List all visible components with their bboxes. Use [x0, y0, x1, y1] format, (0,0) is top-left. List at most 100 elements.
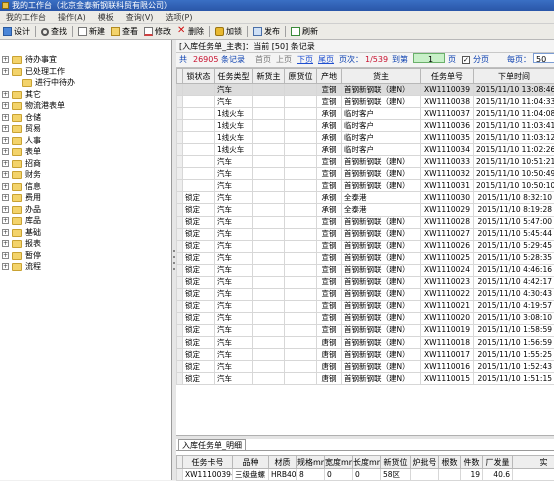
- tree-expander-icon[interactable]: +: [2, 160, 9, 167]
- table-row[interactable]: 锁定汽车唐钢首钢新钢联（建N）XW11100182015/11/10 1:56:…: [177, 336, 554, 348]
- tree-expander-icon[interactable]: +: [2, 217, 9, 224]
- sidebar-item[interactable]: +人事: [0, 135, 171, 147]
- detail-column-pieces[interactable]: 根数: [439, 456, 461, 469]
- window-titlebar[interactable]: 我的工作台（北京金泰新钢联科贸有限公司）: [0, 0, 554, 11]
- detail-column-packages[interactable]: 件数: [461, 456, 483, 469]
- table-row[interactable]: 锁定汽车唐钢首钢新钢联（建N）XW11100152015/11/10 1:51:…: [177, 373, 554, 385]
- table-row[interactable]: 汽车宣钢首钢新钢联（建N）XW11100312015/11/10 10:50:1…: [177, 180, 554, 192]
- table-row[interactable]: 锁定汽车宣钢首钢新钢联（建N）XW11100222015/11/10 4:30:…: [177, 288, 554, 300]
- menu-query[interactable]: 查询(V): [120, 12, 160, 23]
- table-row[interactable]: 锁定汽车宣钢首钢新钢联（建N）XW11100202015/11/10 3:08:…: [177, 312, 554, 324]
- table-row[interactable]: 1线火车承钢临时客户XW11100362015/11/10 11:03:41: [177, 120, 554, 132]
- edit-button[interactable]: 修改: [141, 25, 174, 38]
- tree-expander-icon[interactable]: +: [2, 114, 9, 121]
- sidebar-item[interactable]: +招商: [0, 158, 171, 170]
- sidebar-item[interactable]: +表单: [0, 146, 171, 158]
- column-header-order-time[interactable]: 下单时间: [474, 69, 554, 84]
- table-row[interactable]: 锁定汽车宣钢首钢新钢联（建N）XW11100282015/11/10 5:47:…: [177, 216, 554, 228]
- sidebar-item[interactable]: +贸易: [0, 123, 171, 135]
- sidebar-item[interactable]: +物流港表单: [0, 100, 171, 112]
- tree-expander-icon[interactable]: +: [2, 240, 9, 247]
- table-row[interactable]: 1线火车承钢临时客户XW11100372015/11/10 11:04:08: [177, 108, 554, 120]
- tree-expander-icon[interactable]: +: [2, 183, 9, 190]
- column-header-task-type[interactable]: 任务类型: [215, 69, 253, 84]
- sidebar-item[interactable]: +流程: [0, 261, 171, 273]
- table-row[interactable]: 锁定汽车宣钢首钢新钢联（建N）XW11100272015/11/10 5:45:…: [177, 228, 554, 240]
- pager-first-link[interactable]: 首页: [255, 53, 271, 67]
- column-header-original-location[interactable]: 原货位: [285, 69, 317, 84]
- menu-operation[interactable]: 操作(A): [52, 12, 92, 23]
- table-row[interactable]: 锁定汽车宣钢首钢新钢联（建N）XW11100192015/11/10 1:58:…: [177, 324, 554, 336]
- new-button[interactable]: 新建: [75, 25, 108, 38]
- table-row[interactable]: 锁定汽车宣钢首钢新钢联（建N）XW11100232015/11/10 4:42:…: [177, 276, 554, 288]
- pager-last-link[interactable]: 尾页: [318, 53, 334, 67]
- tree-expander-icon[interactable]: +: [2, 125, 9, 132]
- sidebar-item[interactable]: +财务: [0, 169, 171, 181]
- detail-row[interactable]: XW1110039-1三级盘螺HRB40080058区1940.6: [177, 469, 554, 481]
- column-header-lock-status[interactable]: 锁状态: [183, 69, 215, 84]
- table-row[interactable]: 汽车宣钢首钢新钢联（建N）XW11100382015/11/10 11:04:3…: [177, 96, 554, 108]
- table-row[interactable]: 锁定汽车唐钢首钢新钢联（建N）XW11100162015/11/10 1:52:…: [177, 361, 554, 373]
- detail-column-length[interactable]: 长度mm: [353, 456, 381, 469]
- sidebar-item[interactable]: +基础: [0, 227, 171, 239]
- sidebar-item[interactable]: +已处理工作: [0, 66, 171, 78]
- lock-button[interactable]: 加锁: [212, 25, 245, 38]
- table-row[interactable]: 锁定汽车承钢全泰港XW11100292015/11/10 8:19:28: [177, 204, 554, 216]
- table-row[interactable]: 锁定汽车宣钢首钢新钢联（建N）XW11100252015/11/10 5:28:…: [177, 252, 554, 264]
- delete-button[interactable]: ✕ 删除: [174, 25, 207, 38]
- tree-expander-icon[interactable]: +: [2, 68, 9, 75]
- detail-column-variety[interactable]: 品种: [233, 456, 269, 469]
- detail-column-batch-number[interactable]: 炉批号: [411, 456, 439, 469]
- sidebar-item[interactable]: +办品: [0, 204, 171, 216]
- detail-column-factory-weight[interactable]: 厂发量: [483, 456, 513, 469]
- sidebar-item[interactable]: +其它: [0, 89, 171, 101]
- detail-column-width[interactable]: 宽度mm: [325, 456, 353, 469]
- tree-expander-icon[interactable]: +: [2, 229, 9, 236]
- detail-column-spec[interactable]: 规格mm: [297, 456, 325, 469]
- tree-expander-icon[interactable]: +: [2, 194, 9, 201]
- search-button[interactable]: 查找: [38, 25, 70, 38]
- detail-column-task-card[interactable]: 任务卡号: [183, 456, 233, 469]
- sidebar-item[interactable]: +仓储: [0, 112, 171, 124]
- detail-column-material[interactable]: 材质: [269, 456, 297, 469]
- column-header-task-number[interactable]: 任务单号: [421, 69, 474, 84]
- table-row[interactable]: 1线火车承钢临时客户XW11100352015/11/10 11:03:12: [177, 132, 554, 144]
- table-row[interactable]: 1线火车承钢临时客户XW11100342015/11/10 11:02:26: [177, 144, 554, 156]
- refresh-button[interactable]: 刷新: [288, 25, 321, 38]
- tree-expander-icon[interactable]: +: [2, 102, 9, 109]
- table-row[interactable]: 汽车宣钢首钢新钢联（建N）XW11100392015/11/10 13:08:4…: [177, 84, 554, 96]
- menu-workbench[interactable]: 我的工作台: [0, 12, 52, 23]
- tree-expander-icon[interactable]: +: [2, 148, 9, 155]
- menu-template[interactable]: 模板: [92, 12, 120, 23]
- sidebar-item[interactable]: +待办事宜: [0, 54, 171, 66]
- pager-prev-link[interactable]: 上页: [276, 53, 292, 67]
- column-header-new-owner[interactable]: 新货主: [253, 69, 285, 84]
- column-header-origin[interactable]: 产地: [317, 69, 342, 84]
- design-button[interactable]: 设计: [0, 25, 33, 38]
- table-row[interactable]: 锁定汽车宣钢首钢新钢联（建N）XW11100212015/11/10 4:19:…: [177, 300, 554, 312]
- detail-column-actual[interactable]: 实: [513, 456, 554, 469]
- tree-expander-icon[interactable]: +: [2, 56, 9, 63]
- detail-column-new-location[interactable]: 新货位: [381, 456, 411, 469]
- table-row[interactable]: 锁定汽车唐钢首钢新钢联（建N）XW11100172015/11/10 1:55:…: [177, 349, 554, 361]
- view-button[interactable]: 查看: [108, 25, 141, 38]
- tree-expander-icon[interactable]: +: [2, 252, 9, 259]
- tree-expander-icon[interactable]: +: [2, 263, 9, 270]
- sidebar-item[interactable]: +费用: [0, 192, 171, 204]
- sidebar-item[interactable]: +库品: [0, 215, 171, 227]
- sidebar-item[interactable]: +暂停: [0, 250, 171, 262]
- table-row[interactable]: 汽车宣钢首钢新钢联（建N）XW11100332015/11/10 10:51:2…: [177, 156, 554, 168]
- pager-next-link[interactable]: 下页: [297, 53, 313, 67]
- sidebar-item[interactable]: 进行中待办: [0, 77, 171, 89]
- table-row[interactable]: 锁定汽车承钢全泰港XW11100302015/11/10 8:32:10: [177, 192, 554, 204]
- menu-options[interactable]: 选项(P): [159, 12, 198, 23]
- tree-expander-icon[interactable]: +: [2, 91, 9, 98]
- tree-expander-icon[interactable]: +: [2, 137, 9, 144]
- publish-button[interactable]: 发布: [250, 25, 283, 38]
- column-header-owner[interactable]: 货主: [342, 69, 421, 84]
- table-row[interactable]: 汽车宣钢首钢新钢联（建N）XW11100322015/11/10 10:50:4…: [177, 168, 554, 180]
- tree-expander-icon[interactable]: +: [2, 206, 9, 213]
- tree-expander-icon[interactable]: +: [2, 171, 9, 178]
- sidebar-item[interactable]: +信息: [0, 181, 171, 193]
- table-row[interactable]: 锁定汽车宣钢首钢新钢联（建N）XW11100262015/11/10 5:29:…: [177, 240, 554, 252]
